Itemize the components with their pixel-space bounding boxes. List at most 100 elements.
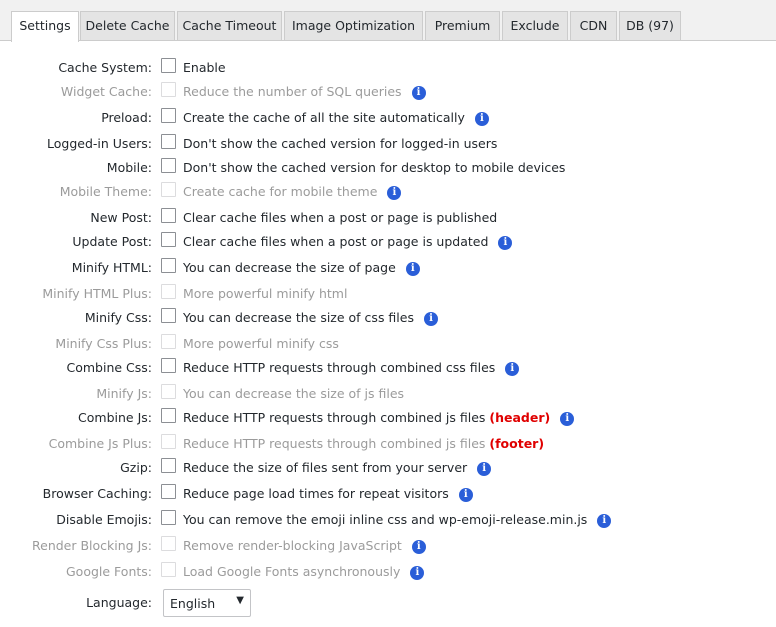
info-icon[interactable]: i	[597, 514, 612, 528]
option-description: Load Google Fonts asynchronously i	[183, 564, 425, 580]
tab-exclude[interactable]: Exclude	[502, 11, 568, 40]
option-description: Reduce the number of SQL queries i	[183, 84, 426, 100]
option-label: Mobile:	[106, 160, 152, 175]
option-row: Preload: Create the cache of all the site…	[0, 108, 776, 130]
option-checkbox[interactable]	[161, 108, 176, 123]
option-description-text: You can remove the emoji inline css and …	[183, 512, 588, 527]
option-row: Minify Css: You can decrease the size of …	[0, 308, 776, 330]
option-row: Update Post: Clear cache files when a pos…	[0, 232, 776, 254]
option-row: Mobile Theme: Create cache for mobile the…	[0, 182, 776, 204]
option-checkbox[interactable]	[161, 510, 176, 525]
option-row: Combine Js: Reduce HTTP requests through …	[0, 408, 776, 430]
option-checkbox[interactable]	[161, 258, 176, 273]
info-icon[interactable]: i	[505, 362, 520, 376]
option-checkbox[interactable]	[161, 134, 176, 149]
option-checkbox	[161, 384, 176, 399]
option-description: Reduce HTTP requests through combined cs…	[183, 360, 520, 376]
option-checkbox[interactable]	[161, 232, 176, 247]
option-description-text: More powerful minify css	[183, 336, 339, 351]
option-checkbox	[161, 182, 176, 197]
option-row: Gzip: Reduce the size of files sent from …	[0, 458, 776, 480]
option-row: Combine Js Plus: Reduce HTTP requests thr…	[0, 434, 776, 456]
option-description: Reduce HTTP requests through combined js…	[183, 410, 575, 426]
option-label: Preload:	[101, 110, 152, 125]
option-row: Google Fonts: Load Google Fonts asynchron…	[0, 562, 776, 584]
tab-db[interactable]: DB (97)	[619, 11, 681, 40]
tab-premium[interactable]: Premium	[425, 11, 500, 40]
option-description-text: Don't show the cached version for deskto…	[183, 160, 566, 175]
option-description: You can decrease the size of page i	[183, 260, 420, 276]
tab-cdn[interactable]: CDN	[570, 11, 617, 40]
info-icon[interactable]: i	[411, 540, 426, 554]
tab-image-optimization[interactable]: Image Optimization	[284, 11, 423, 40]
option-label: Disable Emojis:	[56, 512, 152, 527]
option-description: Don't show the cached version for deskto…	[183, 160, 565, 175]
info-icon[interactable]: i	[474, 112, 489, 126]
option-description: Clear cache files when a post or page is…	[183, 210, 497, 225]
info-icon[interactable]: i	[458, 488, 473, 502]
option-checkbox[interactable]	[161, 408, 176, 423]
option-description: Don't show the cached version for logged…	[183, 136, 497, 151]
language-value: English	[170, 596, 216, 611]
option-label: Mobile Theme:	[59, 184, 152, 199]
option-checkbox[interactable]	[161, 458, 176, 473]
info-icon[interactable]: i	[387, 186, 402, 200]
info-icon[interactable]: i	[410, 566, 425, 580]
option-label: Minify Css Plus:	[55, 336, 152, 351]
info-icon[interactable]: i	[477, 462, 492, 476]
option-description: More powerful minify html	[183, 286, 347, 301]
option-description: Create the cache of all the site automat…	[183, 110, 489, 126]
option-row: Combine Css: Reduce HTTP requests through…	[0, 358, 776, 380]
option-description: More powerful minify css	[183, 336, 339, 351]
option-checkbox[interactable]	[161, 358, 176, 373]
option-row: Mobile: Don't show the cached version for…	[0, 158, 776, 180]
option-description: Reduce HTTP requests through combined js…	[183, 436, 544, 451]
info-icon[interactable]: i	[405, 262, 420, 276]
option-row: Logged-in Users: Don't show the cached ve…	[0, 134, 776, 156]
option-description-text: You can decrease the size of page	[183, 260, 396, 275]
option-description: Reduce the size of files sent from your …	[183, 460, 492, 476]
option-description-text: Enable	[183, 60, 226, 75]
option-tag: (footer)	[489, 436, 545, 451]
option-row: Minify Js: You can decrease the size of j…	[0, 384, 776, 406]
option-description-text: Reduce the number of SQL queries	[183, 84, 402, 99]
option-description-text: Clear cache files when a post or page is…	[183, 234, 489, 249]
option-label: Logged-in Users:	[47, 136, 152, 151]
option-label: Minify HTML:	[71, 260, 152, 275]
option-label: Minify HTML Plus:	[42, 286, 152, 301]
option-description: You can decrease the size of js files	[183, 386, 404, 401]
option-description-text: Create the cache of all the site automat…	[183, 110, 465, 125]
option-label: Update Post:	[72, 234, 152, 249]
option-label: Minify Js:	[96, 386, 152, 401]
option-checkbox[interactable]	[161, 58, 176, 73]
info-icon[interactable]: i	[411, 86, 426, 100]
option-description-text: Reduce HTTP requests through combined cs…	[183, 360, 496, 375]
info-icon[interactable]: i	[423, 312, 438, 326]
option-checkbox[interactable]	[161, 158, 176, 173]
option-description-text: Remove render-blocking JavaScript	[183, 538, 402, 553]
option-row: New Post: Clear cache files when a post o…	[0, 208, 776, 230]
option-checkbox[interactable]	[161, 484, 176, 499]
option-label: Browser Caching:	[42, 486, 152, 501]
option-description: You can decrease the size of css files i	[183, 310, 438, 326]
option-description-text: Reduce the size of files sent from your …	[183, 460, 468, 475]
option-checkbox	[161, 434, 176, 449]
option-checkbox	[161, 562, 176, 577]
tab-settings[interactable]: Settings	[11, 11, 79, 42]
option-label: Cache System:	[58, 60, 152, 75]
tab-delete-cache[interactable]: Delete Cache	[80, 11, 175, 40]
language-select[interactable]: English ▼	[163, 589, 251, 617]
option-row: Minify HTML Plus: More powerful minify ht…	[0, 284, 776, 306]
option-row: Minify HTML: You can decrease the size of…	[0, 258, 776, 280]
option-description-text: You can decrease the size of js files	[183, 386, 405, 401]
option-checkbox[interactable]	[161, 208, 176, 223]
option-description-text: Create cache for mobile theme	[183, 184, 378, 199]
info-icon[interactable]: i	[498, 236, 513, 250]
option-label: New Post:	[90, 210, 152, 225]
option-checkbox[interactable]	[161, 308, 176, 323]
option-row: Minify Css Plus: More powerful minify css	[0, 334, 776, 356]
option-description: Reduce page load times for repeat visito…	[183, 486, 473, 502]
option-description-text: Reduce page load times for repeat visito…	[183, 486, 449, 501]
info-icon[interactable]: i	[560, 412, 575, 426]
tab-cache-timeout[interactable]: Cache Timeout	[177, 11, 282, 40]
